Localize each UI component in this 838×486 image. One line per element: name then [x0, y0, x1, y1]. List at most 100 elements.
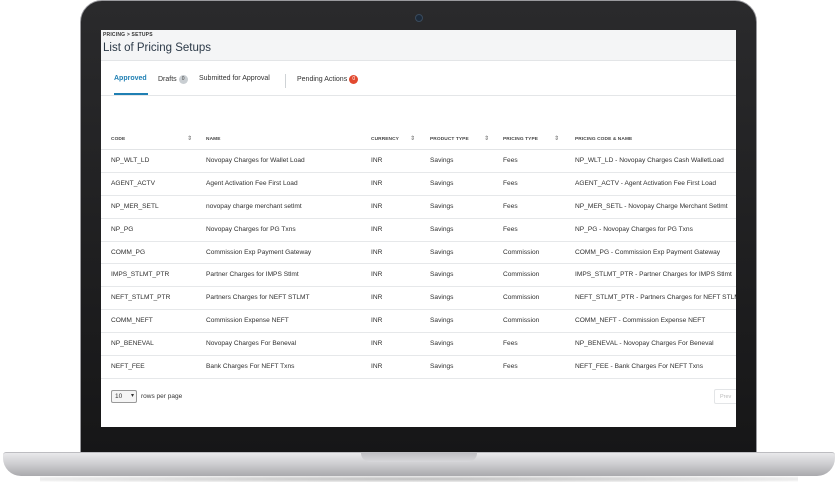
- table-body: NP_WLT_LD Novopay Charges for Wallet Load…: [101, 150, 736, 379]
- cell-name: Novopay Charges for PG Txns: [206, 225, 296, 233]
- table-row[interactable]: COMM_NEFT Commission Expense NEFT INR Savin…: [101, 310, 736, 334]
- cell-name: novopay charge merchant setlmt: [206, 202, 302, 210]
- cell-product-type: Savings: [430, 363, 454, 371]
- active-tab-indicator: [114, 93, 148, 95]
- cell-product-type: Savings: [430, 202, 454, 210]
- page-header: PRICING > SETUPS List of Pricing Setups: [101, 30, 736, 61]
- cell-name: Agent Activation Fee First Load: [206, 179, 298, 187]
- cell-name: Commission Expense NEFT: [206, 317, 289, 325]
- cell-currency: INR: [371, 317, 383, 325]
- cell-pricing-type: Fees: [503, 363, 518, 371]
- rows-per-page-value: 10: [115, 393, 123, 400]
- cell-product-type: Savings: [430, 157, 454, 164]
- column-header-product-type[interactable]: PRODUCT TYPE: [430, 137, 469, 142]
- cell-pricing-type: Fees: [503, 202, 518, 210]
- cell-code: AGENT_ACTV: [111, 179, 155, 187]
- cell-code: NP_BENEVAL: [111, 340, 154, 348]
- cell-pricing-code-name: NP_BENEVAL - Novopay Charges For Beneval: [575, 340, 714, 348]
- tab-submitted-for-approval[interactable]: Submitted for Approval: [199, 75, 270, 82]
- cell-pricing-type: Fees: [503, 340, 518, 348]
- cell-code: NEFT_FEE: [111, 363, 145, 371]
- cell-name: Partner Charges for IMPS Stlmt: [206, 271, 299, 279]
- tab-divider: [285, 74, 286, 88]
- cell-code: COMM_PG: [111, 248, 146, 256]
- column-header-pricing-type[interactable]: PRICING TYPE: [503, 137, 538, 142]
- cell-pricing-code-name: IMPS_STLMT_PTR - Partner Charges for IMP…: [575, 271, 732, 279]
- cell-currency: INR: [371, 294, 383, 302]
- cell-currency: INR: [371, 271, 383, 279]
- table-row[interactable]: AGENT_ACTV Agent Activation Fee First Loa…: [101, 173, 736, 196]
- cell-currency: INR: [371, 179, 383, 187]
- table-row[interactable]: NEFT_FEE Bank Charges For NEFT Txns INR Sav…: [101, 356, 736, 379]
- pricing-setups-table: CODE ⇕ NAME CURRENCY ⇕ PRODUCT TYPE ⇕ PR…: [101, 128, 736, 379]
- table-row[interactable]: NP_MER_SETL novopay charge merchant setlm…: [101, 196, 736, 219]
- cell-currency: INR: [371, 248, 383, 256]
- rows-per-page-select[interactable]: 10 ▾: [111, 390, 137, 403]
- prev-page-button[interactable]: Prev: [714, 389, 736, 404]
- table-row[interactable]: IMPS_STLMT_PTR Partner Charges for IMPS S…: [101, 264, 736, 288]
- tab-label: Approved: [114, 75, 147, 82]
- cell-product-type: Savings: [430, 317, 454, 325]
- cell-currency: INR: [371, 340, 383, 348]
- cell-pricing-type: Fees: [503, 157, 518, 164]
- pending-count-badge: 0: [349, 75, 359, 84]
- sort-icon[interactable]: ⇕: [484, 135, 489, 142]
- page-title: List of Pricing Setups: [103, 42, 212, 54]
- cell-name: Commission Exp Payment Gateway: [206, 248, 312, 256]
- cell-product-type: Savings: [430, 248, 454, 256]
- column-header-currency[interactable]: CURRENCY: [371, 137, 399, 142]
- table-row[interactable]: NEFT_STLMT_PTR Partners Charges for NEFT …: [101, 287, 736, 311]
- cell-currency: INR: [371, 363, 383, 371]
- cell-code: NP_MER_SETL: [111, 202, 159, 210]
- laptop-shadow: [40, 476, 798, 482]
- cell-pricing-code-name: NEFT_STLMT_PTR - Partners Charges for NE…: [575, 294, 736, 302]
- tab-bar: Approved Drafts 0 Submitted for Approval …: [101, 61, 736, 96]
- cell-product-type: Savings: [430, 294, 454, 302]
- prev-page-label: Prev: [720, 394, 732, 400]
- cell-pricing-type: Commission: [503, 294, 540, 302]
- sort-icon[interactable]: ⇕: [187, 135, 192, 142]
- cell-name: Bank Charges For NEFT Txns: [206, 363, 295, 371]
- chevron-down-icon: ▾: [130, 393, 134, 399]
- cell-code: COMM_NEFT: [111, 317, 153, 325]
- cell-currency: INR: [371, 157, 383, 164]
- table-row[interactable]: NP_PG Novopay Charges for PG Txns INR Savin…: [101, 219, 736, 242]
- column-header-code[interactable]: CODE: [111, 137, 125, 142]
- cell-name: Partners Charges for NEFT STLMT: [206, 294, 310, 302]
- cell-pricing-code-name: COMM_NEFT - Commission Expense NEFT: [575, 317, 706, 325]
- drafts-count-badge: 0: [178, 75, 188, 84]
- cell-pricing-type: Commission: [503, 248, 540, 256]
- cell-code: NEFT_STLMT_PTR: [111, 294, 171, 302]
- cell-product-type: Savings: [430, 179, 454, 187]
- app-screen: PRICING > SETUPS List of Pricing Setups …: [101, 30, 736, 427]
- cell-pricing-type: Commission: [503, 317, 540, 325]
- camera-icon: [415, 14, 423, 22]
- cell-product-type: Savings: [430, 225, 454, 233]
- sort-icon[interactable]: ⇕: [554, 135, 559, 142]
- sort-icon[interactable]: ⇕: [410, 135, 415, 142]
- rows-per-page-label: rows per page: [141, 393, 183, 400]
- cell-code: NP_WLT_LD: [111, 157, 150, 164]
- cell-pricing-code-name: AGENT_ACTV - Agent Activation Fee First …: [575, 179, 717, 187]
- tab-approved[interactable]: Approved: [114, 75, 147, 82]
- tab-label: Submitted for Approval: [199, 75, 270, 82]
- table-row[interactable]: NP_BENEVAL Novopay Charges For Beneval INR…: [101, 333, 736, 357]
- table-row[interactable]: NP_WLT_LD Novopay Charges for Wallet Load…: [101, 150, 736, 173]
- tab-drafts[interactable]: Drafts 0: [158, 75, 188, 84]
- cell-name: Novopay Charges For Beneval: [206, 340, 297, 348]
- breadcrumb[interactable]: PRICING > SETUPS: [103, 32, 153, 38]
- column-header-pricing-code-name: PRICING CODE & NAME: [575, 137, 633, 142]
- cell-pricing-code-name: NP_MER_SETL - Novopay Charge Merchant Se…: [575, 202, 728, 210]
- tab-label: Pending Actions: [297, 76, 348, 83]
- cell-currency: INR: [371, 202, 383, 210]
- cell-pricing-code-name: NP_PG - Novopay Charges for PG Txns: [575, 225, 693, 233]
- tab-pending-actions[interactable]: Pending Actions 0: [297, 75, 359, 84]
- table-row[interactable]: COMM_PG Commission Exp Payment Gateway INR…: [101, 242, 736, 265]
- cell-pricing-code-name: NP_WLT_LD - Novopay Charges Cash WalletL…: [575, 157, 724, 164]
- column-header-name: NAME: [206, 137, 221, 142]
- cell-code: IMPS_STLMT_PTR: [111, 271, 170, 279]
- cell-currency: INR: [371, 225, 383, 233]
- cell-name: Novopay Charges for Wallet Load: [206, 157, 305, 164]
- cell-pricing-code-name: NEFT_FEE - Bank Charges For NEFT Txns: [575, 363, 704, 371]
- cell-product-type: Savings: [430, 271, 454, 279]
